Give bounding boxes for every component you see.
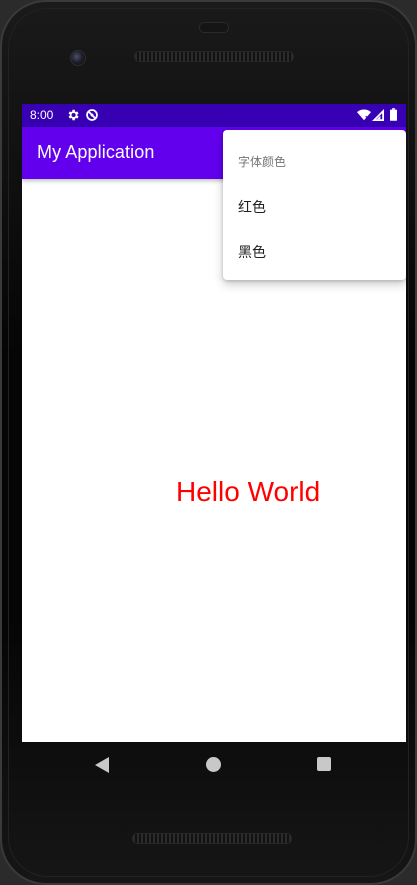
hello-world-text: Hello World (176, 476, 321, 507)
menu-header-font-color[interactable]: 字体颜色 (238, 153, 286, 170)
gear-icon (68, 109, 79, 121)
navigation-bar (2, 754, 417, 776)
wifi-icon (357, 109, 371, 121)
menu-item-red[interactable]: 红色 (223, 184, 406, 228)
status-bar: 8:00 (22, 104, 406, 127)
device-screen: 8:00 My Application Hello World 字体颜色 红色 … (22, 104, 406, 742)
menu-item-label: 黑色 (238, 245, 266, 261)
home-icon[interactable] (206, 757, 221, 772)
sensor-slot (199, 22, 229, 33)
sync-off-icon (86, 109, 98, 121)
cell-signal-icon (372, 109, 384, 121)
overflow-menu: 字体颜色 红色 黑色 (223, 130, 406, 280)
back-icon[interactable] (94, 756, 110, 774)
front-camera (70, 50, 86, 66)
bottom-speaker (132, 833, 292, 844)
battery-icon (390, 108, 397, 121)
phone-frame: 8:00 My Application Hello World 字体颜色 红色 … (0, 0, 417, 885)
menu-item-label: 红色 (238, 200, 266, 216)
recents-icon[interactable] (317, 757, 331, 771)
app-title: My Application (37, 142, 155, 162)
status-time: 8:00 (30, 108, 54, 122)
earpiece-speaker (134, 51, 294, 62)
menu-item-black[interactable]: 黑色 (223, 229, 406, 273)
